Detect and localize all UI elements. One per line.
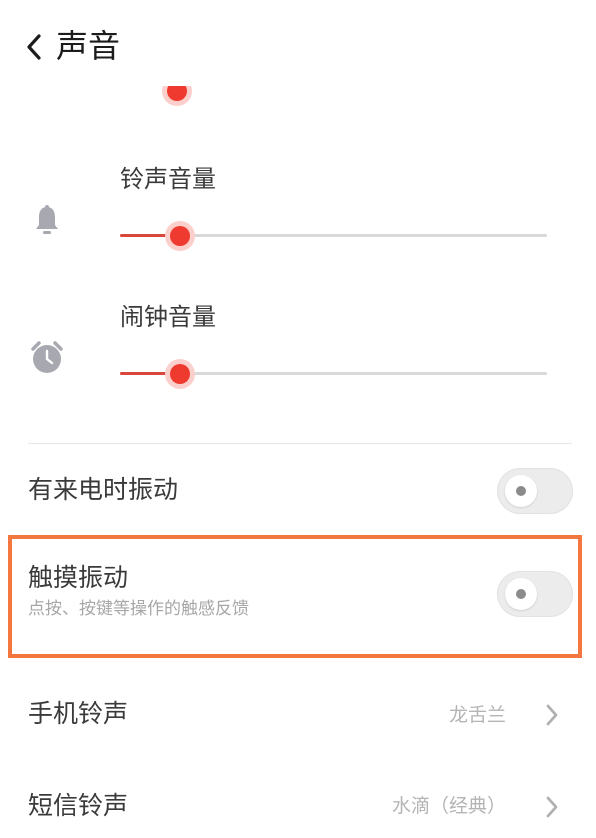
- sms-ringtone-label: 短信铃声: [28, 791, 129, 820]
- phone-ringtone-label: 手机铃声: [28, 699, 129, 728]
- chevron-right-icon: [546, 704, 558, 726]
- alarm-volume-label: 闹钟音量: [120, 303, 216, 331]
- phone-ringtone-value: 龙舌兰: [448, 704, 506, 726]
- ringtone-volume-label: 铃声音量: [120, 165, 216, 193]
- media-volume-slider-thumb[interactable]: [162, 86, 192, 110]
- touch-vibration-toggle[interactable]: [497, 571, 573, 617]
- chevron-right-icon: [546, 796, 558, 818]
- toggle-knob: [505, 475, 537, 507]
- back-button[interactable]: [22, 30, 52, 64]
- alarm-volume-slider[interactable]: [120, 358, 547, 389]
- vibrate-on-call-label: 有来电时振动: [28, 475, 179, 504]
- touch-vibration-label: 触摸振动: [28, 563, 129, 592]
- ringtone-volume-slider[interactable]: [120, 220, 547, 251]
- sms-ringtone-row[interactable]: 短信铃声 水滴（经典）: [0, 770, 596, 838]
- phone-ringtone-row[interactable]: 手机铃声 龙舌兰: [0, 680, 596, 750]
- bell-icon: [32, 204, 62, 238]
- highlight-box: [8, 535, 582, 658]
- touch-vibration-description: 点按、按键等操作的触感反馈: [28, 599, 249, 619]
- sms-ringtone-value: 水滴（经典）: [391, 795, 506, 817]
- alarm-clock-icon: [29, 340, 65, 376]
- chevron-left-icon: [27, 34, 41, 60]
- vibrate-on-call-toggle[interactable]: [497, 468, 573, 514]
- slider-thumb[interactable]: [164, 358, 195, 389]
- section-divider: [28, 443, 572, 444]
- slider-thumb[interactable]: [164, 220, 195, 251]
- toggle-knob: [505, 578, 537, 610]
- page-title: 声音: [56, 27, 121, 65]
